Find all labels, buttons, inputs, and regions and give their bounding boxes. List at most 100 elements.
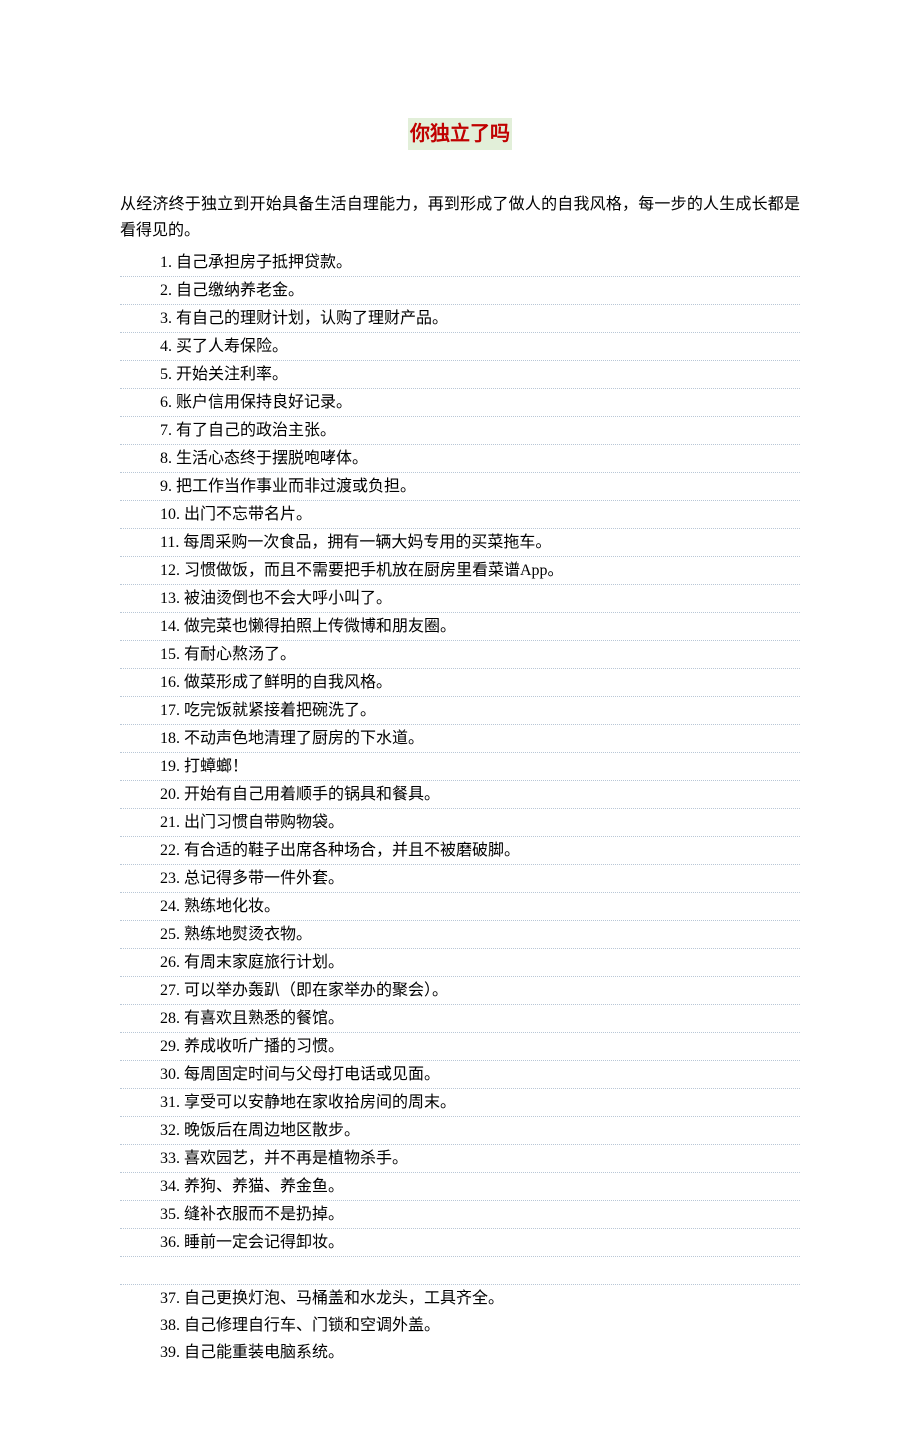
list-item: 39. 自己能重装电脑系统。: [120, 1339, 800, 1366]
item-text: 账户信用保持良好记录。: [172, 394, 352, 411]
item-number: 12.: [160, 557, 180, 584]
list-item: 9. 把工作当作事业而非过渡或负担。: [120, 473, 800, 501]
item-text: 缝补衣服而不是扔掉。: [180, 1206, 344, 1223]
item-number: 15.: [160, 641, 180, 668]
item-number: 6.: [160, 389, 172, 416]
item-text: 出门习惯自带购物袋。: [180, 814, 344, 831]
item-number: 1.: [160, 249, 172, 276]
item-number: 27.: [160, 977, 180, 1004]
item-text: 有了自己的政治主张。: [172, 422, 336, 439]
list-item: 1. 自己承担房子抵押贷款。: [120, 249, 800, 277]
item-number: 10.: [160, 501, 180, 528]
item-text: 做菜形成了鲜明的自我风格。: [180, 674, 392, 691]
list-item: 25. 熟练地熨烫衣物。: [120, 921, 800, 949]
list-item: 4. 买了人寿保险。: [120, 333, 800, 361]
item-number: 19.: [160, 753, 180, 780]
list-item: 19. 打蟑螂！: [120, 753, 800, 781]
item-text: 被油烫倒也不会大呼小叫了。: [180, 590, 392, 607]
item-number: 37.: [160, 1285, 180, 1312]
checklist: 1. 自己承担房子抵押贷款。2. 自己缴纳养老金。3. 有自己的理财计划，认购了…: [120, 249, 800, 1366]
item-text: 生活心态终于摆脱咆哮体。: [172, 450, 368, 467]
list-item: 15. 有耐心熬汤了。: [120, 641, 800, 669]
item-number: 31.: [160, 1089, 180, 1116]
list-item: 23. 总记得多带一件外套。: [120, 865, 800, 893]
item-text: 喜欢园艺，并不再是植物杀手。: [180, 1150, 408, 1167]
list-item: 37. 自己更换灯泡、马桶盖和水龙头，工具齐全。: [120, 1285, 800, 1312]
list-item: 16. 做菜形成了鲜明的自我风格。: [120, 669, 800, 697]
item-text: 养狗、养猫、养金鱼。: [180, 1178, 344, 1195]
list-item: 10. 出门不忘带名片。: [120, 501, 800, 529]
list-item: 12. 习惯做饭，而且不需要把手机放在厨房里看菜谱App。: [120, 557, 800, 585]
list-item: 6. 账户信用保持良好记录。: [120, 389, 800, 417]
item-number: 29.: [160, 1033, 180, 1060]
item-number: 13.: [160, 585, 180, 612]
list-item: 34. 养狗、养猫、养金鱼。: [120, 1173, 800, 1201]
item-text: 有耐心熬汤了。: [180, 646, 296, 663]
item-text: 可以举办轰趴（即在家举办的聚会）。: [180, 982, 448, 999]
item-number: 14.: [160, 613, 180, 640]
item-text: 把工作当作事业而非过渡或负担。: [172, 478, 416, 495]
list-item: 14. 做完菜也懒得拍照上传微博和朋友圈。: [120, 613, 800, 641]
item-text: 熟练地熨烫衣物。: [180, 926, 312, 943]
item-text: 养成收听广播的习惯。: [180, 1038, 344, 1055]
blank-line: [120, 1257, 800, 1285]
item-text: 自己缴纳养老金。: [172, 282, 304, 299]
item-text: 有合适的鞋子出席各种场合，并且不被磨破脚。: [180, 842, 520, 859]
item-number: 17.: [160, 697, 180, 724]
item-text: 不动声色地清理了厨房的下水道。: [180, 730, 424, 747]
list-item: 7. 有了自己的政治主张。: [120, 417, 800, 445]
item-number: 7.: [160, 417, 172, 444]
item-number: 25.: [160, 921, 180, 948]
item-text: 享受可以安静地在家收拾房间的周末。: [180, 1094, 456, 1111]
item-number: 4.: [160, 333, 172, 360]
item-number: 36.: [160, 1229, 180, 1256]
list-item: 38. 自己修理自行车、门锁和空调外盖。: [120, 1312, 800, 1339]
list-item: 2. 自己缴纳养老金。: [120, 277, 800, 305]
item-number: 21.: [160, 809, 180, 836]
item-number: 9.: [160, 473, 172, 500]
item-text: 开始有自己用着顺手的锅具和餐具。: [180, 786, 440, 803]
list-item: 17. 吃完饭就紧接着把碗洗了。: [120, 697, 800, 725]
item-number: 5.: [160, 361, 172, 388]
item-number: 11.: [160, 529, 179, 556]
item-number: 8.: [160, 445, 172, 472]
page-title: 你独立了吗: [408, 118, 512, 150]
title-wrap: 你独立了吗: [120, 118, 800, 174]
item-text: 熟练地化妆。: [180, 898, 280, 915]
item-text: 每周固定时间与父母打电话或见面。: [180, 1066, 440, 1083]
item-number: 22.: [160, 837, 180, 864]
item-number: 34.: [160, 1173, 180, 1200]
item-number: 38.: [160, 1312, 180, 1339]
item-number: 24.: [160, 893, 180, 920]
item-text: 有自己的理财计划，认购了理财产品。: [172, 310, 448, 327]
list-item: 32. 晚饭后在周边地区散步。: [120, 1117, 800, 1145]
list-item: 26. 有周末家庭旅行计划。: [120, 949, 800, 977]
document-page: 你独立了吗 从经济终于独立到开始具备生活自理能力，再到形成了做人的自我风格，每一…: [0, 0, 920, 1446]
item-number: 2.: [160, 277, 172, 304]
item-number: 20.: [160, 781, 180, 808]
item-number: 3.: [160, 305, 172, 332]
item-text: 总记得多带一件外套。: [180, 870, 344, 887]
list-item: 3. 有自己的理财计划，认购了理财产品。: [120, 305, 800, 333]
item-text: 出门不忘带名片。: [180, 506, 312, 523]
list-item: 11. 每周采购一次食品，拥有一辆大妈专用的买菜拖车。: [120, 529, 800, 557]
item-text: 睡前一定会记得卸妆。: [180, 1234, 344, 1251]
list-item: 35. 缝补衣服而不是扔掉。: [120, 1201, 800, 1229]
item-number: 30.: [160, 1061, 180, 1088]
list-item: 28. 有喜欢且熟悉的餐馆。: [120, 1005, 800, 1033]
list-item: 22. 有合适的鞋子出席各种场合，并且不被磨破脚。: [120, 837, 800, 865]
item-number: 18.: [160, 725, 180, 752]
list-item: 5. 开始关注利率。: [120, 361, 800, 389]
item-text: 自己更换灯泡、马桶盖和水龙头，工具齐全。: [180, 1290, 504, 1307]
list-item: 24. 熟练地化妆。: [120, 893, 800, 921]
item-number: 33.: [160, 1145, 180, 1172]
list-item: 21. 出门习惯自带购物袋。: [120, 809, 800, 837]
item-number: 35.: [160, 1201, 180, 1228]
list-item: 29. 养成收听广播的习惯。: [120, 1033, 800, 1061]
item-text: 打蟑螂！: [180, 758, 248, 775]
item-text: 自己修理自行车、门锁和空调外盖。: [180, 1317, 440, 1334]
item-text: 开始关注利率。: [172, 366, 288, 383]
item-number: 26.: [160, 949, 180, 976]
item-number: 32.: [160, 1117, 180, 1144]
item-text: 有喜欢且熟悉的餐馆。: [180, 1010, 344, 1027]
